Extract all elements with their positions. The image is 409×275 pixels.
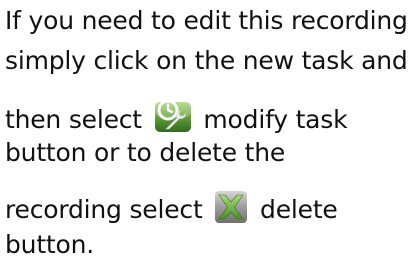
instruction-line-5: recording select delete xyxy=(5,190,338,225)
instruction-line-5-start: recording select xyxy=(5,195,203,224)
modify-task-icon xyxy=(154,98,192,134)
instruction-line-5-end: delete xyxy=(260,195,338,224)
delete-icon xyxy=(214,190,248,224)
instruction-line-3-start: then select xyxy=(5,105,142,134)
instruction-line-3: then select modify task xyxy=(5,98,348,135)
instruction-line-2: simply click on the new task and xyxy=(5,46,408,75)
instruction-line-4: button or to delete the xyxy=(5,138,286,167)
instruction-line-1: If you need to edit this recording xyxy=(5,6,408,35)
instruction-line-3-end: modify task xyxy=(203,105,348,134)
instruction-line-6: button. xyxy=(5,230,95,259)
